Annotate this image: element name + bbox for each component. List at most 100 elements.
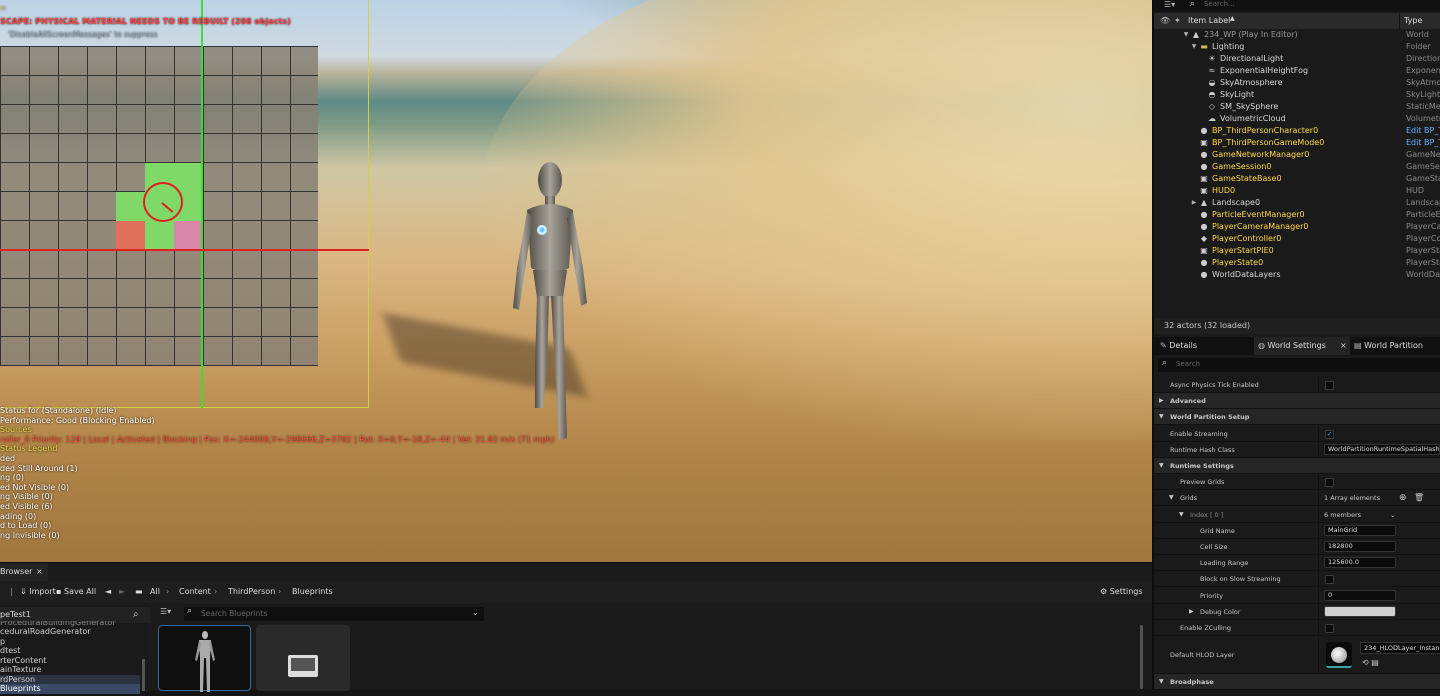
checkbox[interactable]: ✓ <box>1325 429 1334 439</box>
outliner-row[interactable]: ◆ PlayerController0 PlayerController <box>1154 233 1440 245</box>
outliner-row[interactable]: ▣ BP_ThirdPersonGameMode0 Edit BP_ThirdPer… <box>1154 137 1440 149</box>
details-search[interactable]: ⌕ Search <box>1158 358 1440 372</box>
chevron-down-icon[interactable]: ▼ <box>1190 43 1198 51</box>
tree-item[interactable]: ainTexture <box>0 665 140 675</box>
path-blueprints[interactable]: Blueprints <box>292 581 333 603</box>
chevron-down-icon[interactable]: ⌄ <box>1390 507 1395 523</box>
outliner-row[interactable]: ▼ ▬ Lighting Folder <box>1154 41 1440 53</box>
edit-blueprint-link[interactable]: Edit BP_ThirdPersonGameMode <box>1406 137 1440 149</box>
details-section[interactable]: ▶ Advanced <box>1154 393 1440 410</box>
hlod-layer-picker[interactable]: 234_HLODLayer_Instanced <box>1360 642 1440 654</box>
tab-details[interactable]: ✎ Details <box>1160 337 1197 355</box>
checkbox[interactable] <box>1325 478 1334 488</box>
tree-item[interactable]: ceduralRoadGenerator <box>0 627 140 637</box>
visibility-icon[interactable]: 👁 <box>1160 16 1170 25</box>
outliner-item-label: PlayerState0 <box>1212 258 1264 267</box>
details-search-input[interactable]: Search <box>1176 360 1200 368</box>
tree-scrollbar[interactable] <box>142 659 145 691</box>
asset-search[interactable]: ⌕ Search Blueprints ⌄ <box>184 606 484 621</box>
outliner-row[interactable]: ◓ SkyLight SkyLight <box>1154 89 1440 101</box>
chevron-right-icon[interactable]: ▶ <box>1159 393 1164 409</box>
checkbox[interactable] <box>1325 381 1334 390</box>
trash-icon[interactable]: 🗑 <box>1414 490 1424 506</box>
level-viewport[interactable]: m SCAPE: PHYSICAL MATERIAL NEEDS TO BE R… <box>0 0 1152 562</box>
class-dropdown[interactable]: WorldPartitionRuntimeSpatialHash <box>1324 443 1440 455</box>
pin-icon[interactable]: ✦ <box>1174 16 1181 25</box>
outliner-row[interactable]: ▣ HUD0 HUD <box>1154 185 1440 197</box>
outliner-row[interactable]: ● PlayerState0 PlayerState <box>1154 257 1440 269</box>
column-type[interactable]: Type <box>1404 16 1422 25</box>
outliner-row[interactable]: ● GameSession0 GameSession <box>1154 161 1440 173</box>
outliner-item-type: PlayerCameraManager <box>1406 222 1440 231</box>
outliner-row[interactable]: ▣ GameStateBase0 GameStateBase <box>1154 173 1440 185</box>
actor-icon: ◓ <box>1208 90 1216 99</box>
outliner-row[interactable]: ● PlayerCameraManager0 PlayerCameraManager <box>1154 221 1440 233</box>
actor-icon: ▣ <box>1200 174 1208 183</box>
details-section[interactable]: ▼ World Partition Setup <box>1154 409 1440 426</box>
chevron-right-icon[interactable]: ▶ <box>1189 604 1194 620</box>
chevron-down-icon[interactable]: ▼ <box>1159 458 1164 474</box>
checkbox[interactable] <box>1325 575 1334 585</box>
hlod-thumbnail[interactable] <box>1326 642 1352 668</box>
tree-item[interactable]: p <box>0 637 140 647</box>
path-thirdperson[interactable]: ThirdPerson <box>228 581 275 603</box>
browse-icon[interactable]: ⟲ ▤ <box>1362 658 1379 667</box>
color-swatch[interactable] <box>1324 605 1396 617</box>
asset-scrollbar[interactable] <box>1140 625 1143 689</box>
outliner-row[interactable]: ▣ PlayerStartPIE0 PlayerStartPIE <box>1154 245 1440 257</box>
tree-item[interactable]: rdPerson <box>0 674 140 684</box>
content-browser-tab[interactable]: Browser × <box>0 563 48 581</box>
tree-item[interactable]: dtest <box>0 646 140 656</box>
text-field[interactable]: 125600.0 <box>1324 557 1396 569</box>
outliner-search-input[interactable]: Search... <box>1204 0 1235 8</box>
right-panel: ☰▾ ⌕ Search... 👁 ✦ Item Label ▲ Type ▼ ▲ 2… <box>1152 0 1440 690</box>
outliner-row[interactable]: ▶▲ Landscape0 Landscape <box>1154 197 1440 209</box>
text-field[interactable]: 182800 <box>1324 541 1396 552</box>
checkbox[interactable] <box>1325 624 1334 633</box>
path-content[interactable]: Content <box>179 581 211 603</box>
outliner-row[interactable]: ≈ ExponentialHeightFog ExponentialHeightFo… <box>1154 65 1440 77</box>
add-element-icon[interactable]: ⊕ <box>1399 490 1407 506</box>
outliner-row[interactable]: ● ParticleEventManager0 ParticleEventManag… <box>1154 209 1440 221</box>
close-tab-icon[interactable]: × <box>36 563 43 581</box>
history-back-icon[interactable]: ◄ <box>105 581 111 603</box>
outliner-row[interactable]: ● BP_ThirdPersonCharacter0 Edit BP_ThirdPe… <box>1154 125 1440 137</box>
outliner-row[interactable]: ▼ ▲ 234_WP (Play In Editor) World <box>1154 29 1440 41</box>
close-tab-icon[interactable]: × <box>1340 337 1347 355</box>
settings-button[interactable]: ⚙ Settings <box>1100 581 1143 603</box>
section-broadphase[interactable]: ▼ Broadphase <box>1154 674 1440 690</box>
outliner-row[interactable]: ◒ SkyAtmosphere SkyAtmosphere <box>1154 77 1440 89</box>
path-all[interactable]: All <box>150 581 160 603</box>
text-field[interactable]: MainGrid <box>1324 524 1396 536</box>
outliner-row[interactable]: ◇ SM_SkySphere StaticMeshActor <box>1154 101 1440 113</box>
asset-tile-character[interactable] <box>158 625 251 692</box>
outliner-item-type: SkyAtmosphere <box>1406 78 1440 87</box>
tab-world-partition[interactable]: ▤ World Partition <box>1354 337 1423 355</box>
edit-blueprint-link[interactable]: Edit BP_ThirdPersonCharacter <box>1406 125 1440 137</box>
chevron-right-icon[interactable]: ▶ <box>1190 199 1198 207</box>
outliner-row[interactable]: ● GameNetworkManager0 GameNetworkManager <box>1154 149 1440 161</box>
tab-world-settings[interactable]: ◍ World Settings × <box>1254 337 1350 355</box>
add-icon[interactable]: | <box>10 581 13 603</box>
outliner-row[interactable]: ☁ VolumetricCloud VolumetricCloud <box>1154 113 1440 125</box>
chevron-down-icon[interactable]: ▼ <box>1169 490 1174 506</box>
text-field[interactable]: 0 <box>1324 589 1396 601</box>
column-item-label[interactable]: Item Label <box>1188 16 1230 25</box>
chevron-down-icon[interactable]: ▼ <box>1182 31 1190 39</box>
asset-tile-gamemode[interactable] <box>256 625 350 691</box>
filter-icon[interactable]: ☰▾ <box>160 607 171 616</box>
chevron-down-icon[interactable]: ▼ <box>1159 409 1164 425</box>
tree-item-selected[interactable]: Blueprints <box>0 684 140 694</box>
history-forward-icon[interactable]: ► <box>119 581 125 603</box>
chevron-down-icon[interactable]: ▼ <box>1179 507 1184 523</box>
outliner-row[interactable]: ☀ DirectionalLight DirectionalLight <box>1154 53 1440 65</box>
chevron-down-icon[interactable]: ⌄ <box>472 608 479 617</box>
details-section[interactable]: ▼ Runtime Settings <box>1154 458 1440 474</box>
filter-icon[interactable]: ☰▾ <box>1164 0 1175 9</box>
outliner-row[interactable]: ● WorldDataLayers WorldDataLayers <box>1154 269 1440 281</box>
tree-item[interactable]: rterContent <box>0 656 140 666</box>
import-button[interactable]: ⇓ Import <box>20 581 56 603</box>
property-label: Block on Slow Streaming <box>1200 575 1281 584</box>
asset-search-input[interactable]: Search Blueprints <box>201 609 267 618</box>
save-all-button[interactable]: ▪ Save All <box>56 581 96 603</box>
